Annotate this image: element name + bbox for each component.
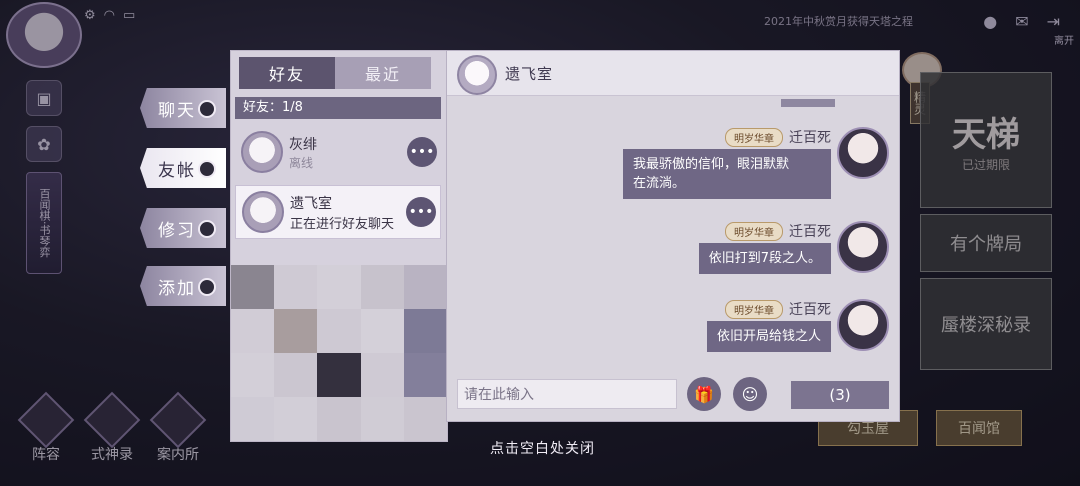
emoji-icon[interactable]: ☺ xyxy=(733,377,767,411)
message-bubble: 我最骄傲的信仰，眼泪默默 在流淌。 xyxy=(623,149,831,199)
friend-status: 离线 xyxy=(289,155,314,170)
chat-message: 明岁华章 迁百死 依旧开局给钱之人 xyxy=(559,299,889,359)
tab-practice-label: 修习 xyxy=(158,221,196,241)
chat-partner-avatar xyxy=(457,55,497,95)
tab-add-label: 添加 xyxy=(158,279,196,299)
chat-input[interactable]: 请在此输入 xyxy=(457,379,677,409)
radio-dot-icon xyxy=(198,220,216,238)
tab-chat-label: 聊天 xyxy=(158,101,196,121)
title-badge: 明岁华章 xyxy=(725,299,783,319)
message-line: 依旧开局给钱之人 xyxy=(716,329,821,344)
message-bubble: 依旧开局给钱之人 xyxy=(706,321,831,352)
sender-name: 迁百死 xyxy=(789,130,831,146)
chat-scrollbar[interactable] xyxy=(781,99,835,107)
message-line: 在流淌。 xyxy=(633,176,686,191)
sender-name: 迁百死 xyxy=(789,224,831,240)
friend-status: 正在进行好友聊天 xyxy=(290,216,395,232)
radio-dot-icon xyxy=(198,160,216,178)
sender-name: 迁百死 xyxy=(789,302,831,318)
radio-dot-icon xyxy=(198,100,216,118)
tab-recent[interactable]: 最近 xyxy=(335,57,431,89)
tab-friends-label: 友帐 xyxy=(158,161,196,181)
friend-avatar xyxy=(241,131,283,173)
friend-row[interactable]: 灰绯 离线 ••• xyxy=(235,125,441,179)
tab-friends-list[interactable]: 好友 xyxy=(239,57,335,89)
tab-add[interactable]: 添加 xyxy=(140,266,226,306)
gift-icon[interactable]: 🎁 xyxy=(687,377,721,411)
more-options-icon[interactable]: ••• xyxy=(407,137,437,167)
friend-avatar xyxy=(242,191,284,233)
sender-avatar[interactable] xyxy=(837,127,889,179)
chat-message: 明岁华章 迁百死 我最骄傲的信仰，眼泪默默 在流淌。 xyxy=(559,127,889,207)
chat-header: 遗飞室 xyxy=(447,51,899,96)
friend-row-selected[interactable]: 遗飞室 正在进行好友聊天 ••• xyxy=(235,185,441,239)
message-line: 我最骄傲的信仰，眼泪默默 xyxy=(633,157,790,172)
close-hint[interactable]: 点击空白处关闭 xyxy=(490,438,595,458)
title-badge: 明岁华章 xyxy=(725,127,783,147)
tab-friends[interactable]: 友帐 xyxy=(140,148,226,188)
chat-message: 明岁华章 迁百死 依旧打到7段之人。 xyxy=(559,221,889,281)
title-badge: 明岁华章 xyxy=(725,221,783,241)
pixelated-area xyxy=(231,265,447,441)
tab-practice[interactable]: 修习 xyxy=(140,208,226,248)
send-button[interactable]: (3) xyxy=(791,381,889,409)
friend-name: 遗飞室 xyxy=(290,195,332,212)
friend-name: 灰绯 xyxy=(289,136,317,153)
tab-chat[interactable]: 聊天 xyxy=(140,88,226,128)
more-options-icon[interactable]: ••• xyxy=(406,197,436,227)
message-line: 依旧打到7段之人。 xyxy=(708,251,821,266)
chat-panel: 遗飞室 明岁华章 迁百死 我最骄傲的信仰，眼泪默默 在流淌。 明岁华章 迁百死 … xyxy=(446,50,900,422)
chat-partner-name: 遗飞室 xyxy=(505,65,554,83)
friend-tabs: 好友 最近 xyxy=(239,57,431,89)
friend-list-panel: 好友 最近 好友：1/8 灰绯 离线 ••• 遗飞室 正在进行好友聊天 ••• xyxy=(230,50,448,442)
radio-dot-icon xyxy=(198,278,216,296)
message-bubble: 依旧打到7段之人。 xyxy=(698,243,831,274)
friend-count: 好友：1/8 xyxy=(235,97,441,119)
sender-avatar[interactable] xyxy=(837,221,889,273)
sender-avatar[interactable] xyxy=(837,299,889,351)
